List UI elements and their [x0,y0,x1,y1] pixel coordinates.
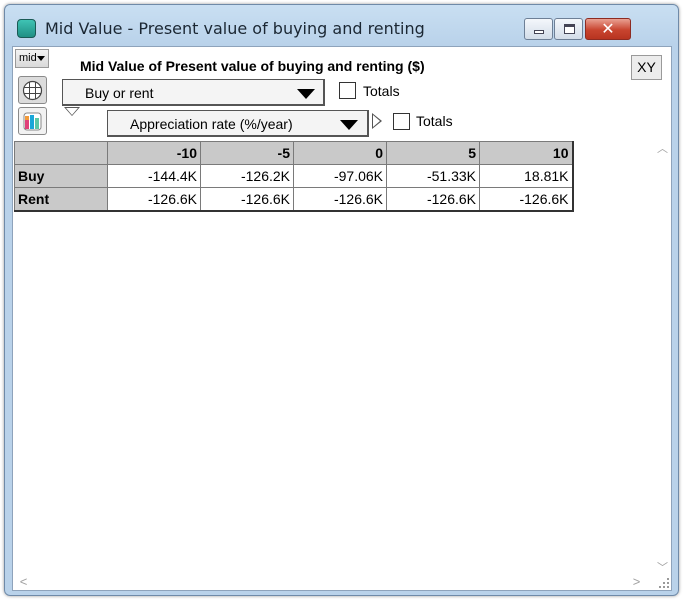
graph-view-button[interactable] [18,107,47,135]
column-header[interactable]: -10 [107,141,201,165]
close-button[interactable]: ✕ [585,18,631,40]
maximize-icon [564,24,575,34]
column-totals-label: Totals [416,113,453,129]
column-totals-checkbox[interactable] [393,113,410,130]
row-index-value: Buy or rent [85,85,154,101]
table-cell[interactable]: -126.6K [200,187,294,212]
pivot-down-icon[interactable] [64,107,80,116]
result-table: -10 -5 0 5 10 Buy -144.4K -126.2K -97.06… [14,141,574,212]
table-view-icon [22,80,43,101]
column-header[interactable]: 5 [386,141,480,165]
table-cell[interactable]: -97.06K [293,164,387,188]
pivot-right-icon[interactable] [372,113,382,129]
row-header[interactable]: Buy [14,164,108,188]
table-cell[interactable]: -126.2K [200,164,294,188]
app-icon [17,19,36,38]
column-header[interactable]: -5 [200,141,294,165]
table-view-button[interactable] [18,76,47,104]
table-cell[interactable]: 18.81K [479,164,574,188]
title-bar[interactable]: Mid Value - Present value of buying and … [5,5,678,47]
maximize-button[interactable] [554,18,583,40]
scroll-up-icon[interactable]: ︿ [654,141,671,158]
vertical-scrollbar[interactable]: ︿ ﹀ [654,141,671,577]
table-cell[interactable]: -51.33K [386,164,480,188]
table-cell[interactable]: -144.4K [107,164,201,188]
column-index-value: Appreciation rate (%/year) [130,116,293,132]
window: Mid Value - Present value of buying and … [4,4,679,596]
minimize-icon [534,30,544,34]
chevron-down-icon [37,56,45,61]
row-header[interactable]: Rent [14,187,108,212]
table-cell[interactable]: -126.6K [293,187,387,212]
table-cell[interactable]: -126.6K [386,187,480,212]
column-header[interactable]: 0 [293,141,387,165]
horizontal-scrollbar[interactable]: < > [13,573,653,590]
table-corner-cell [14,141,108,165]
scroll-right-icon[interactable]: > [628,573,645,590]
window-title: Mid Value - Present value of buying and … [45,19,425,38]
xy-button[interactable]: XY [631,55,662,80]
dropdown-arrow-icon [340,120,358,130]
graph-view-icon [23,112,42,131]
table-cell[interactable]: -126.6K [479,187,574,212]
minimize-button[interactable] [524,18,553,40]
column-index-dropdown[interactable]: Appreciation rate (%/year) [107,110,369,137]
column-header[interactable]: 10 [479,141,574,165]
result-title: Mid Value of Present value of buying and… [80,58,425,74]
result-window-content: mid Mid Value of Present value of buying… [12,46,672,591]
mid-value-menu[interactable]: mid [15,49,49,68]
resize-grip-icon[interactable] [658,577,670,589]
table-cell[interactable]: -126.6K [107,187,201,212]
scroll-down-icon[interactable]: ﹀ [654,560,671,577]
table-header-row: -10 -5 0 5 10 [14,141,574,165]
mid-value-menu-label: mid [19,52,37,64]
close-icon: ✕ [601,19,615,38]
scroll-left-icon[interactable]: < [15,573,32,590]
table-row: Rent -126.6K -126.6K -126.6K -126.6K -12… [14,187,574,212]
row-totals-label: Totals [363,83,400,99]
row-index-dropdown[interactable]: Buy or rent [62,79,325,106]
table-row: Buy -144.4K -126.2K -97.06K -51.33K 18.8… [14,164,574,188]
dropdown-arrow-icon [297,89,315,99]
row-totals-checkbox[interactable] [339,82,356,99]
